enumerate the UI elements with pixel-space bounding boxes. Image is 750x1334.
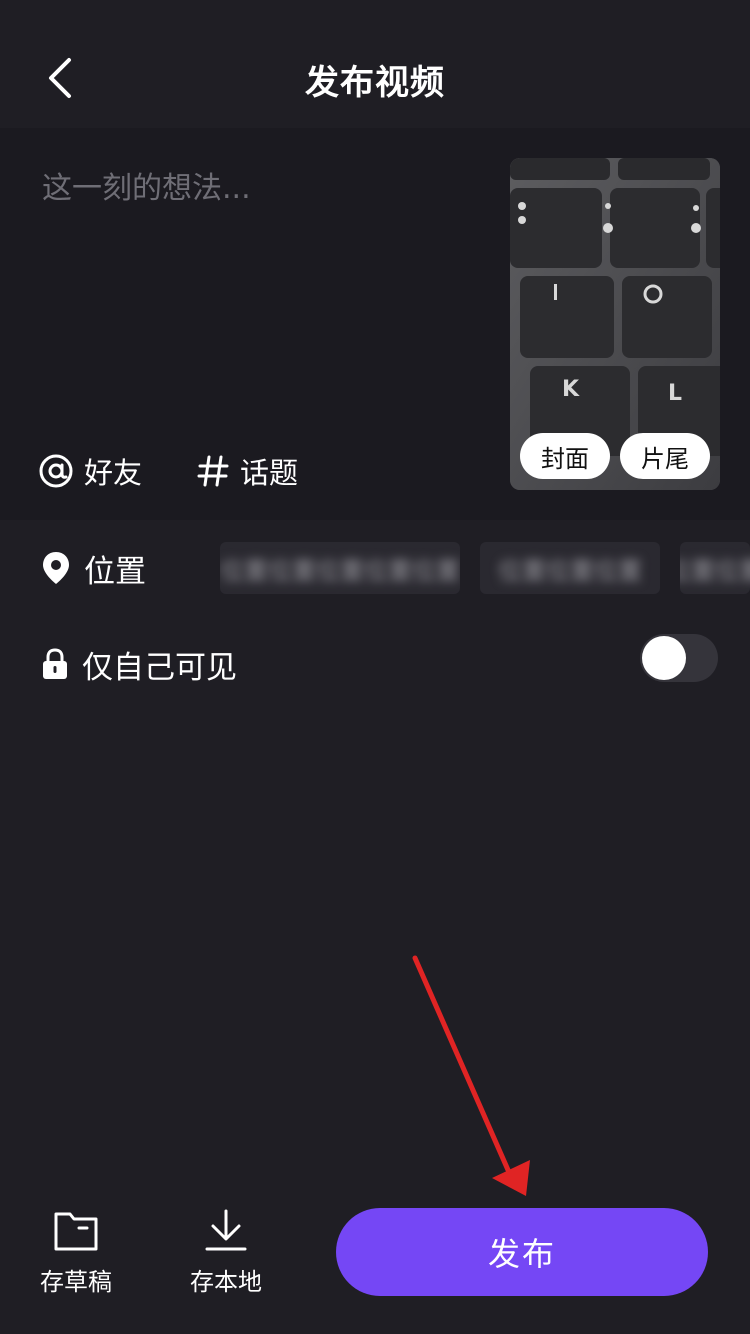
compose-area: 好友 话题 <box>0 128 750 520</box>
at-icon <box>39 454 73 488</box>
folder-icon <box>54 1212 98 1251</box>
top-bar: 发布视频 <box>0 0 750 128</box>
video-thumbnail[interactable]: K L 封面 片尾 <box>510 158 720 490</box>
topic-label: 话题 <box>240 456 299 490</box>
location-label: 位置 <box>84 553 146 590</box>
toggle-knob <box>642 636 686 680</box>
save-local-button[interactable]: 存本地 <box>171 1208 281 1308</box>
publish-button[interactable]: 发布 <box>336 1208 708 1296</box>
hashtag-icon <box>197 455 229 487</box>
ending-button[interactable]: 片尾 <box>620 433 710 479</box>
location-row[interactable]: 位置 位置位置位置位置位置 位置位置位置 位置位置 <box>0 520 750 616</box>
save-local-label: 存本地 <box>190 1268 262 1296</box>
save-draft-label: 存草稿 <box>40 1268 112 1296</box>
caption-input[interactable] <box>40 158 480 218</box>
privacy-label: 仅自己可见 <box>82 649 237 686</box>
page-title: 发布视频 <box>305 63 445 103</box>
publish-video-screen: 发布视频 好友 话题 <box>0 0 750 1334</box>
location-suggestion[interactable]: 位置位置位置 <box>480 542 660 594</box>
privacy-setting: 仅自己可见 <box>40 642 237 686</box>
lock-icon <box>43 648 67 679</box>
location-suggestion[interactable]: 位置位置 <box>680 542 750 594</box>
location-pin-icon <box>43 552 69 584</box>
mention-label: 好友 <box>84 456 143 490</box>
mention-friends-button[interactable]: 好友 <box>38 450 142 492</box>
svg-text:K: K <box>562 377 580 402</box>
svg-text:L: L <box>668 381 682 406</box>
cover-button[interactable]: 封面 <box>520 433 610 479</box>
location-suggestion-text: 位置位置位置 <box>498 556 642 585</box>
topic-button[interactable]: 话题 <box>196 450 298 492</box>
location-suggestion[interactable]: 位置位置位置位置位置 <box>220 542 460 594</box>
private-toggle[interactable] <box>640 634 718 682</box>
privacy-row: 仅自己可见 <box>0 616 750 712</box>
location-button[interactable]: 位置 <box>40 546 146 590</box>
download-icon <box>205 1209 247 1251</box>
location-suggestion-text: 位置位置位置位置位置 <box>220 556 460 585</box>
save-draft-button[interactable]: 存草稿 <box>21 1208 131 1308</box>
location-suggestion-text: 位置位置 <box>680 556 750 585</box>
